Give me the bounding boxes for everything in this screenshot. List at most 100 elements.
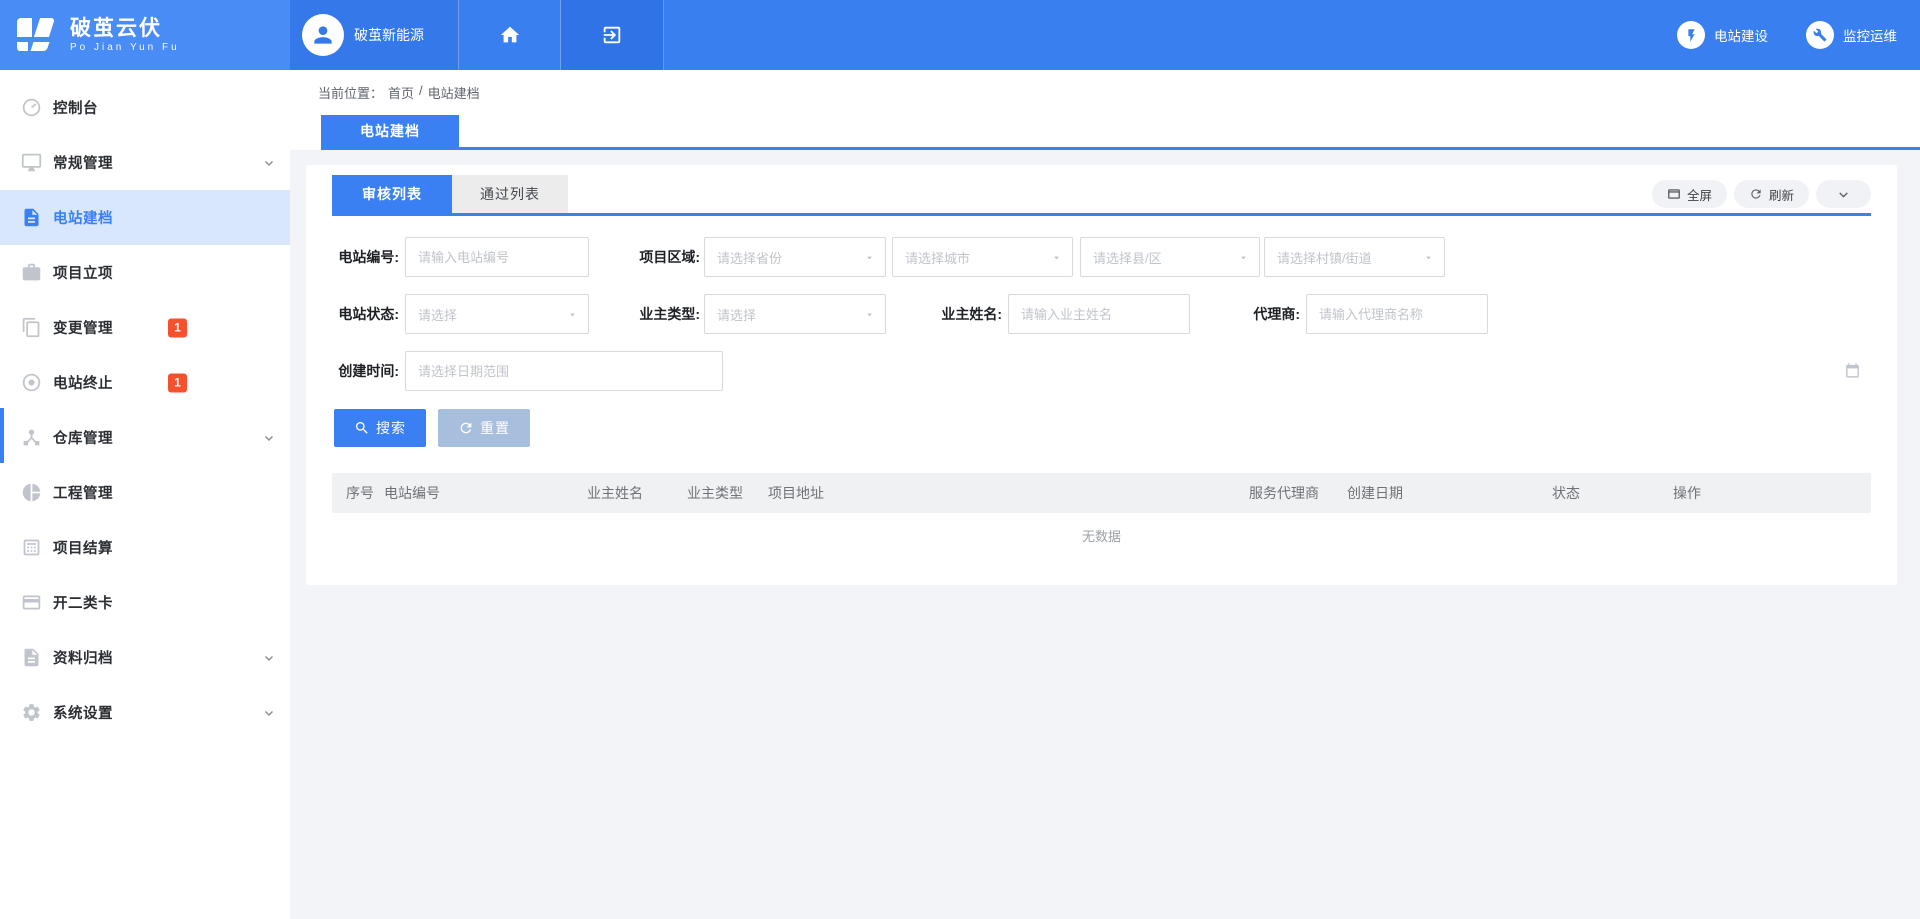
home-button[interactable] — [459, 0, 561, 70]
nav-monitor-ops[interactable]: 监控运维 — [1806, 21, 1897, 49]
company-name: 破茧新能源 — [354, 25, 424, 45]
search-button[interactable]: 搜索 — [334, 409, 426, 447]
table-header: 序号 电站编号 业主姓名 业主类型 项目地址 服务代理商 创建日期 状态 操作 — [332, 473, 1871, 513]
column-header: 操作 — [1673, 473, 1701, 513]
breadcrumb-strip: 当前位置： 首页 / 电站建档 电站建档 — [290, 70, 1920, 150]
fullscreen-icon — [1667, 187, 1681, 201]
status-badge: 1 — [168, 318, 187, 337]
county-select[interactable]: 请选择县/区 — [1080, 237, 1260, 277]
filter-row-1: 电站编号: 项目区域: 请选择省份 请选择城市 请选择县/区 — [332, 237, 1871, 277]
station-no-input[interactable] — [405, 237, 589, 277]
sidebar-item-station-filing[interactable]: 电站建档 — [0, 190, 290, 245]
sitemap-icon — [20, 427, 42, 449]
nav-station-build[interactable]: 电站建设 — [1677, 21, 1768, 49]
caret-down-icon — [864, 309, 875, 320]
sidebar-item-data-archive[interactable]: 资料归档 — [0, 630, 290, 685]
brand-text: 破茧云伏 Po Jian Yun Fu — [70, 17, 180, 52]
caret-down-icon — [567, 309, 578, 320]
breadcrumb-home-link[interactable]: 首页 — [388, 83, 414, 102]
person-icon — [310, 22, 336, 48]
station-no-label: 电站编号: — [332, 237, 399, 277]
caret-down-icon — [1238, 252, 1249, 263]
column-header: 业主类型 — [687, 473, 743, 513]
sidebar-item-project-initiation[interactable]: 项目立项 — [0, 245, 290, 300]
city-select[interactable]: 请选择城市 — [892, 237, 1073, 277]
caret-down-icon — [1423, 252, 1434, 263]
lightning-icon — [1677, 21, 1705, 49]
nav-station-build-label: 电站建设 — [1714, 25, 1768, 45]
gauge-icon — [20, 97, 42, 119]
owner-name-input[interactable] — [1008, 294, 1190, 334]
town-select[interactable]: 请选择村镇/街道 — [1264, 237, 1445, 277]
filter-row-2: 电站状态: 请选择 业主类型: 请选择 业主姓名: 代理商: — [332, 294, 1871, 334]
column-header: 项目地址 — [768, 473, 824, 513]
filter-form: 电站编号: 项目区域: 请选择省份 请选择城市 请选择县/区 — [332, 237, 1871, 391]
card-icon — [20, 592, 42, 614]
sidebar-item-console[interactable]: 控制台 — [0, 80, 290, 135]
sidebar-scroll-indicator[interactable] — [0, 408, 4, 463]
tab-review-list[interactable]: 审核列表 — [332, 175, 452, 213]
collapse-button[interactable] — [1816, 180, 1871, 208]
agent-label: 代理商: — [1232, 294, 1300, 334]
content-card: 审核列表 通过列表 全屏 刷新 — [306, 165, 1897, 585]
sidebar-item-warehouse-management[interactable]: 仓库管理 — [0, 410, 290, 465]
sidebar-item-engineering-management[interactable]: 工程管理 — [0, 465, 290, 520]
brand-subtitle: Po Jian Yun Fu — [70, 42, 180, 53]
calendar-icon — [1844, 362, 1861, 384]
reset-icon — [458, 420, 474, 436]
caret-down-icon — [1051, 252, 1062, 263]
sidebar-item-station-termination[interactable]: 电站终止 1 — [0, 355, 290, 410]
chevron-down-icon — [263, 652, 275, 664]
sidebar: 控制台 常规管理 电站建档 项目立项 — [0, 70, 290, 919]
briefcase-icon — [20, 262, 42, 284]
refresh-button[interactable]: 刷新 — [1734, 180, 1809, 208]
logout-button[interactable] — [561, 0, 664, 70]
page-tab-station-filing[interactable]: 电站建档 — [321, 115, 459, 147]
chevron-down-icon — [263, 157, 275, 169]
column-header: 创建日期 — [1347, 473, 1403, 513]
chevron-down-icon — [263, 707, 275, 719]
province-select[interactable]: 请选择省份 — [704, 237, 886, 277]
agent-input[interactable] — [1306, 294, 1488, 334]
sidebar-item-general-management[interactable]: 常规管理 — [0, 135, 290, 190]
avatar — [302, 14, 344, 56]
owner-name-label: 业主姓名: — [932, 294, 1002, 334]
sidebar-item-second-type-card[interactable]: 开二类卡 — [0, 575, 290, 630]
main-content: 当前位置： 首页 / 电站建档 电站建档 审核列表 通过列表 全屏 刷新 — [290, 70, 1920, 919]
home-icon — [499, 24, 521, 46]
date-range-input[interactable] — [405, 351, 723, 391]
document-icon — [20, 207, 42, 229]
column-header: 电站编号 — [384, 473, 440, 513]
nav-monitor-ops-label: 监控运维 — [1843, 25, 1897, 45]
card-tabstrip: 审核列表 通过列表 全屏 刷新 — [332, 165, 1871, 216]
owner-type-label: 业主类型: — [632, 294, 700, 334]
wrench-icon — [1806, 21, 1834, 49]
calculator-icon — [20, 537, 42, 559]
user-menu[interactable]: 破茧新能源 — [290, 0, 459, 70]
breadcrumb-prefix: 当前位置： — [318, 83, 383, 102]
archive-doc-icon — [20, 647, 42, 669]
fullscreen-button[interactable]: 全屏 — [1652, 180, 1727, 208]
refresh-icon — [1749, 187, 1763, 201]
chevron-down-icon — [1837, 188, 1850, 201]
tab-passed-list[interactable]: 通过列表 — [452, 175, 568, 213]
sidebar-item-change-management[interactable]: 变更管理 1 — [0, 300, 290, 355]
top-header: 破茧云伏 Po Jian Yun Fu 破茧新能源 — [0, 0, 1920, 70]
gear-icon — [20, 702, 42, 724]
caret-down-icon — [864, 252, 875, 263]
station-status-select[interactable]: 请选择 — [405, 294, 589, 334]
pages-icon — [20, 317, 42, 339]
pie-icon — [20, 482, 42, 504]
breadcrumb-separator: / — [419, 83, 423, 102]
created-time-label: 创建时间: — [332, 351, 399, 391]
header-nav: 电站建设 监控运维 — [1677, 0, 1920, 70]
breadcrumb-current: 电站建档 — [428, 83, 480, 102]
filter-row-3: 创建时间: — [332, 351, 1871, 391]
column-header: 业主姓名 — [587, 473, 643, 513]
owner-type-select[interactable]: 请选择 — [704, 294, 886, 334]
app-root: 破茧云伏 Po Jian Yun Fu 破茧新能源 — [0, 0, 1920, 919]
reset-button[interactable]: 重置 — [438, 409, 530, 447]
card-toolbar: 全屏 刷新 — [1652, 180, 1871, 208]
sidebar-item-system-settings[interactable]: 系统设置 — [0, 685, 290, 740]
sidebar-item-project-settlement[interactable]: 项目结算 — [0, 520, 290, 575]
